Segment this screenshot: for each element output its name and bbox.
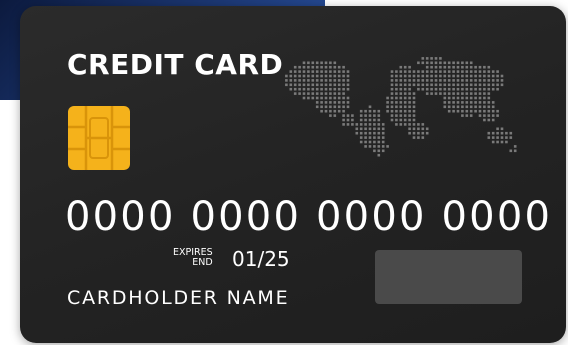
- signature-panel: [375, 250, 522, 304]
- card-title: CREDIT CARD: [67, 48, 284, 81]
- cardholder-name: CARDHOLDER NAME: [67, 287, 290, 309]
- expires-label-bottom: END: [192, 257, 213, 268]
- expires-label: EXPIRES END: [173, 248, 213, 268]
- expiry-date: 01/25: [232, 247, 290, 271]
- card-number: 0000 0000 0000 0000: [65, 194, 553, 240]
- credit-card: CREDIT CARD 0000 0000 0000 0000 EXPIRES …: [20, 6, 566, 343]
- world-map-icon: [285, 57, 517, 157]
- chip-icon: [68, 106, 130, 170]
